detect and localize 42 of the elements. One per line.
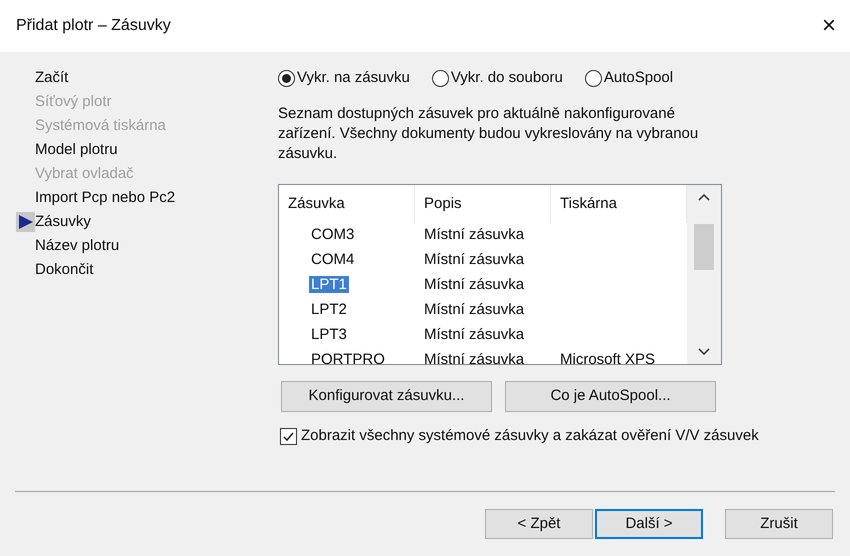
table-cell: Místní zásuvka <box>424 301 524 318</box>
footer-button[interactable]: Další > <box>595 509 703 539</box>
description-text: Seznam dostupných zásuvek pro aktuálně nakonfigurované zařízení. Všechny dokumenty budou vykreslovány na vybranou zásuvku. <box>278 104 700 164</box>
sidebar-item: Zásuvky <box>35 212 91 232</box>
action-button[interactable]: Co je AutoSpool... <box>505 381 716 412</box>
sidebar-item: Dokončit <box>35 260 94 280</box>
table-cell[interactable]: LPT1 <box>309 276 349 294</box>
radio-label: Vykr. na zásuvku <box>297 68 410 88</box>
sidebar-item: Import Pcp nebo Pc2 <box>35 188 176 208</box>
checkbox-label: Zobrazit všechny systémové zásuvky a zakázat ověření V/V zásuvek <box>301 426 759 446</box>
radio-label: Vykr. do souboru <box>450 68 563 88</box>
table-cell: Místní zásuvka <box>424 251 524 268</box>
sidebar-item: Vybrat ovladač <box>35 164 134 184</box>
sidebar-item: Název plotru <box>35 236 120 256</box>
table-cell[interactable]: COM3 <box>311 226 354 244</box>
checkbox[interactable] <box>280 428 297 445</box>
radio-button[interactable] <box>432 70 449 86</box>
table-cell[interactable]: LPT3 <box>311 326 347 344</box>
table-cell: Místní zásuvka <box>424 326 524 344</box>
table-cell[interactable]: COM4 <box>311 251 354 268</box>
table-cell: Místní zásuvka <box>424 276 524 294</box>
footer-button[interactable]: < Zpět <box>485 509 593 539</box>
radio-label: AutoSpool <box>604 68 674 88</box>
window-title: Přidat plotr – Zásuvky <box>16 16 171 36</box>
table-cell[interactable]: LPT2 <box>311 301 347 318</box>
scroll-down-icon[interactable] <box>698 348 710 356</box>
sidebar-item: Systémová tiskárna <box>35 116 166 136</box>
sidebar-item: Model plotru <box>35 140 118 160</box>
radio-button[interactable] <box>584 70 602 86</box>
column-header[interactable]: Zásuvka <box>279 185 415 223</box>
sidebar-item: Síťový plotr <box>35 92 112 112</box>
scroll-up-icon[interactable] <box>698 193 710 201</box>
table-cell: Místní zásuvka <box>424 226 524 244</box>
check-icon <box>282 430 295 443</box>
sidebar-item: Začít <box>35 68 68 88</box>
action-button[interactable]: Konfigurovat zásuvku... <box>281 381 492 412</box>
scrollbar[interactable] <box>687 185 721 364</box>
footer-button[interactable]: Zrušit <box>725 509 833 539</box>
column-header[interactable]: Popis <box>415 185 551 223</box>
close-button[interactable]: × <box>822 14 836 38</box>
scrollbar-thumb[interactable] <box>694 224 714 270</box>
radio-button[interactable] <box>278 70 295 86</box>
